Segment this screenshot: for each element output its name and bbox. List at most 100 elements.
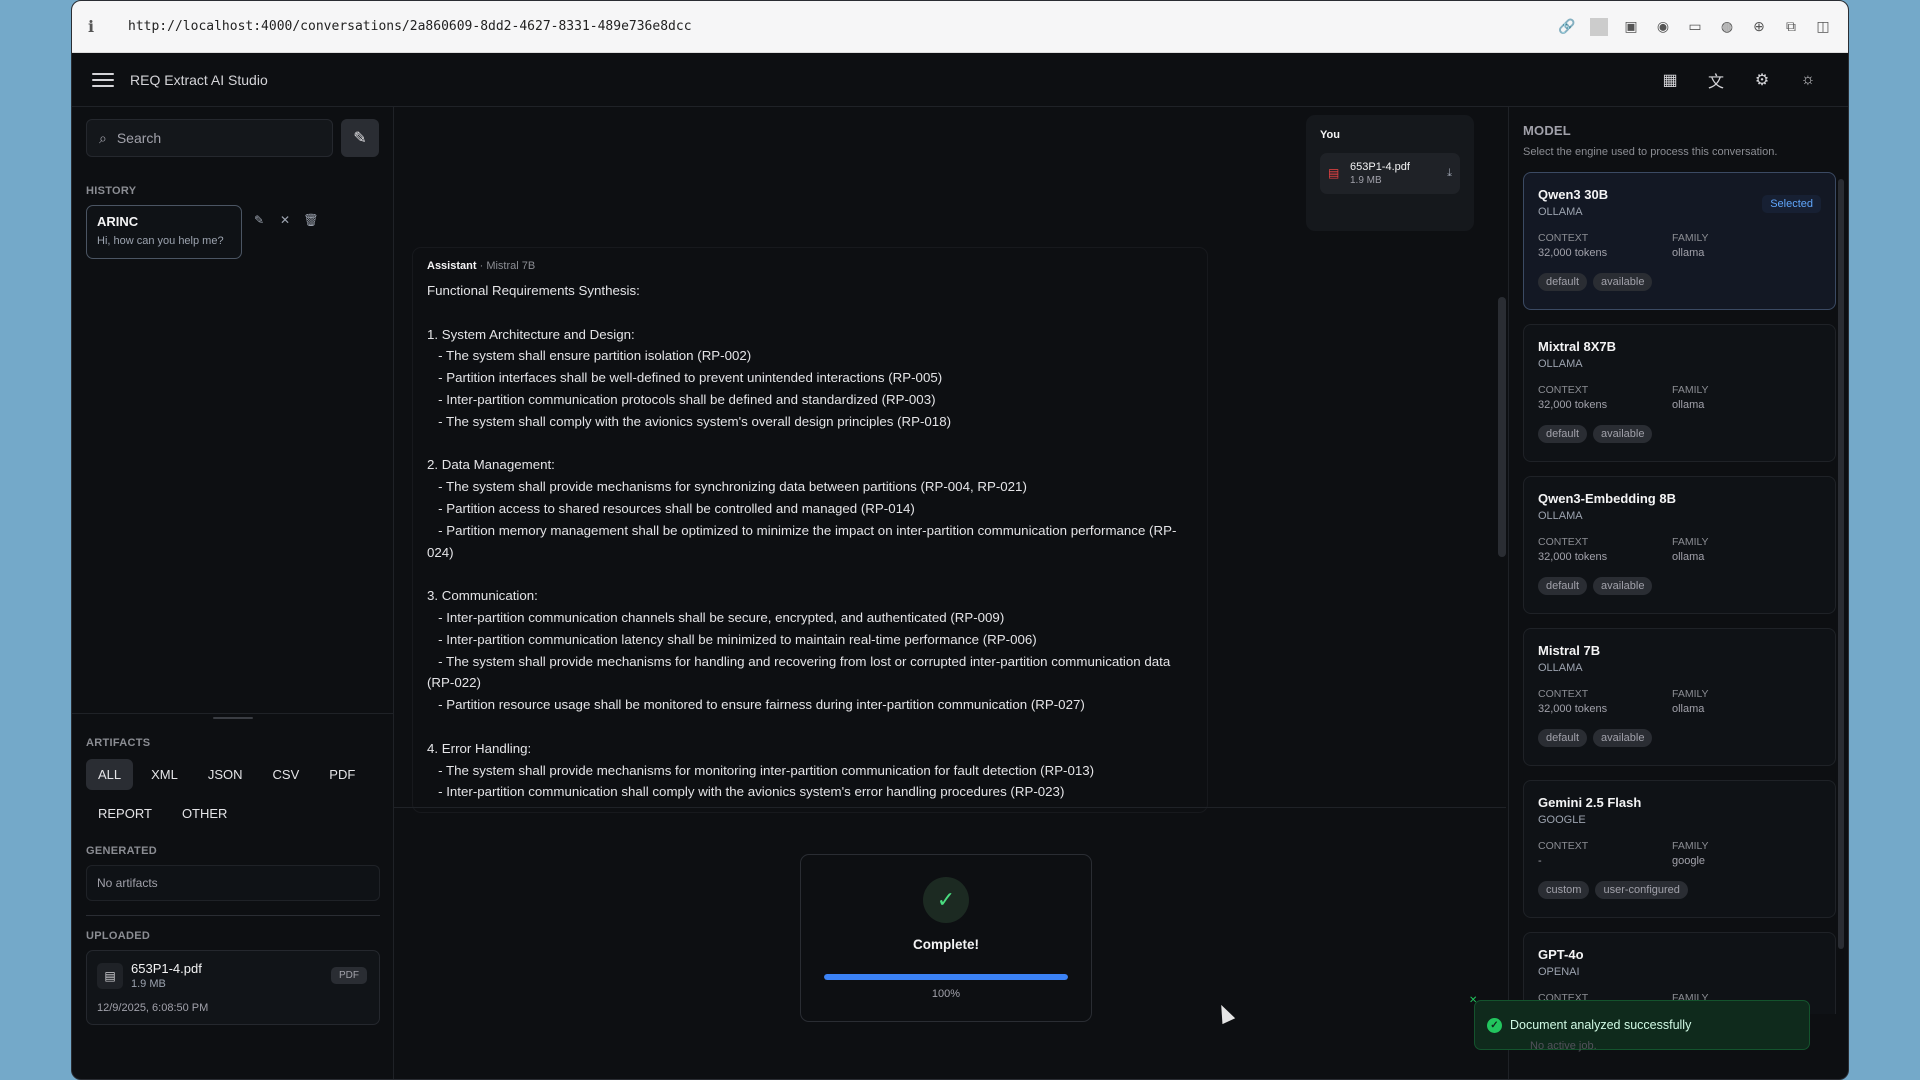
history-item-actions: ✎ ✕ 🗑 (252, 213, 319, 227)
context-value: - (1538, 855, 1542, 867)
generated-label: GENERATED (86, 845, 157, 857)
resize-handle[interactable] (72, 713, 394, 721)
model-tags: default available (1538, 729, 1821, 747)
context-value: 32,000 tokens (1538, 247, 1608, 259)
edit-icon: ✎ (353, 130, 367, 147)
context-label: CONTEXT (1538, 688, 1589, 700)
model-provider: OLLAMA (1538, 662, 1583, 674)
model-name: Gemini 2.5 Flash (1538, 795, 1642, 810)
artifacts-label: ARTIFACTS (86, 737, 151, 749)
split-view-icon[interactable]: ◫ (1814, 18, 1832, 36)
terminal-icon[interactable]: ▭ (1686, 18, 1704, 36)
model-name: Mixtral 8X7B (1538, 339, 1617, 354)
model-specs: CONTEXT 32,000 tokens FAMILY ollama (1538, 384, 1821, 411)
unpin-icon[interactable]: ✕ (278, 213, 292, 227)
screenshot-icon[interactable]: ▣ (1622, 18, 1640, 36)
filter-json[interactable]: JSON (196, 759, 255, 790)
model-panel-title: MODEL (1523, 123, 1571, 138)
family-value: ollama (1672, 551, 1705, 563)
document-icon: ▤ (97, 962, 123, 989)
gear-icon[interactable]: ⚙ (1752, 70, 1772, 90)
browser-toolbar: 🔗 ▣ ◉ ▭ ◍ ⊕ ⧉ ◫ (1558, 17, 1832, 36)
model-card[interactable]: Qwen3 30B OLLAMA Selected CONTEXT 32,000 … (1523, 172, 1836, 310)
model-card[interactable]: Mistral 7B OLLAMA CONTEXT 32,000 tokens … (1523, 628, 1836, 766)
uploaded-label: UPLOADED (86, 930, 151, 942)
model-tag: default (1538, 425, 1588, 443)
assistant-content: Functional Requirements Synthesis: 1. Sy… (427, 283, 1177, 800)
model-provider: OLLAMA (1538, 510, 1583, 522)
new-conversation-button[interactable]: ✎ (341, 119, 379, 157)
assistant-message: Assistant · Mistral 7B Functional Requir… (412, 247, 1208, 813)
info-icon[interactable]: i (88, 17, 112, 36)
chat-area: You ▤ 653P1-4.pdf 1.9 MB ⤓ Assistant · M… (394, 107, 1506, 1079)
success-toast: ✕ ✓ Document analyzed successfully (1469, 995, 1810, 1050)
link-icon[interactable]: 🔗 (1558, 18, 1576, 36)
assistant-header: Assistant · Mistral 7B (427, 260, 1193, 272)
model-name: Mistral 7B (1538, 643, 1601, 658)
selected-badge: Selected (1762, 195, 1821, 213)
progress-percent: 100% (931, 988, 961, 1000)
model-name: Qwen3-Embedding 8B (1538, 491, 1676, 506)
filter-all[interactable]: ALL (86, 759, 134, 790)
toolbar-separator (1590, 17, 1608, 36)
filter-xml[interactable]: XML (139, 759, 190, 790)
pdf-icon: ▤ (1328, 165, 1340, 180)
search-placeholder: Search (116, 130, 162, 146)
header-actions: ▦ 文 ⚙ ☼ (1660, 70, 1818, 91)
search-icon: ⌕ (99, 129, 107, 146)
user-label: You (1320, 129, 1340, 141)
chat-scrollbar[interactable] (1498, 297, 1506, 557)
extension-icon[interactable]: ⧉ (1782, 18, 1800, 36)
model-tag: available (1593, 729, 1653, 747)
url-text[interactable]: http://localhost:4000/conversations/2a86… (128, 19, 1558, 34)
model-scrollbar[interactable] (1838, 179, 1844, 949)
history-item-subtitle: Hi, how can you help me? (97, 235, 224, 247)
context-label: CONTEXT (1538, 536, 1589, 548)
translate-icon[interactable]: 文 (1706, 70, 1726, 91)
filter-csv[interactable]: CSV (261, 759, 312, 790)
history-item[interactable]: ARINC Hi, how can you help me? (86, 205, 242, 259)
context-value: 32,000 tokens (1538, 703, 1608, 715)
toast-message: Document analyzed successfully (1510, 1018, 1692, 1032)
model-tag: available (1593, 577, 1653, 595)
filter-report[interactable]: REPORT (86, 798, 164, 829)
model-tags: default available (1538, 425, 1821, 443)
layout-icon[interactable]: ▦ (1660, 70, 1680, 90)
attachment-chip[interactable]: ▤ 653P1-4.pdf 1.9 MB ⤓ (1320, 153, 1460, 194)
app-window: i http://localhost:4000/conversations/2a… (71, 0, 1849, 1080)
trash-icon[interactable]: 🗑 (303, 213, 318, 227)
uploaded-file-card[interactable]: ▤ 653P1-4.pdf 1.9 MB PDF 12/9/2025, 6:08… (86, 950, 380, 1025)
menu-icon[interactable] (92, 69, 114, 91)
close-icon[interactable]: ✕ (1469, 995, 1477, 1006)
model-tag: available (1593, 273, 1653, 291)
model-card[interactable]: Qwen3-Embedding 8B OLLAMA CONTEXT 32,000… (1523, 476, 1836, 614)
model-tag: user-configured (1595, 881, 1688, 899)
model-panel: MODEL Select the engine used to process … (1508, 107, 1848, 1079)
model-tags: custom user-configured (1538, 881, 1821, 899)
progress-fill (824, 974, 1068, 980)
family-label: FAMILY (1672, 840, 1709, 852)
model-card[interactable]: Gemini 2.5 Flash GOOGLE CONTEXT - FAMILY… (1523, 780, 1836, 918)
context-value: 32,000 tokens (1538, 399, 1608, 411)
progress-bar (824, 974, 1068, 980)
model-tag: custom (1538, 881, 1590, 899)
camera-icon[interactable]: ◉ (1654, 18, 1672, 36)
globe-icon[interactable]: ◍ (1718, 18, 1736, 36)
filter-other[interactable]: OTHER (170, 798, 240, 829)
composer-area: ✓ Complete! 100% (394, 807, 1506, 1079)
user-message: You ▤ 653P1-4.pdf 1.9 MB ⤓ (1306, 115, 1474, 231)
sun-icon[interactable]: ☼ (1798, 70, 1818, 90)
crosshair-icon[interactable]: ⊕ (1750, 18, 1768, 36)
family-value: ollama (1672, 399, 1705, 411)
filter-pdf[interactable]: PDF (317, 759, 367, 790)
file-type-badge: PDF (331, 967, 367, 984)
family-value: ollama (1672, 703, 1705, 715)
model-name: GPT-4o (1538, 947, 1584, 962)
download-icon[interactable]: ⤓ (1447, 167, 1452, 180)
pencil-icon[interactable]: ✎ (252, 213, 266, 227)
model-provider: OLLAMA (1538, 358, 1583, 370)
search-input[interactable]: ⌕ Search (86, 119, 333, 157)
file-date: 12/9/2025, 6:08:50 PM (97, 1002, 209, 1014)
model-card[interactable]: Mixtral 8X7B OLLAMA CONTEXT 32,000 token… (1523, 324, 1836, 462)
file-size: 1.9 MB (131, 978, 166, 990)
